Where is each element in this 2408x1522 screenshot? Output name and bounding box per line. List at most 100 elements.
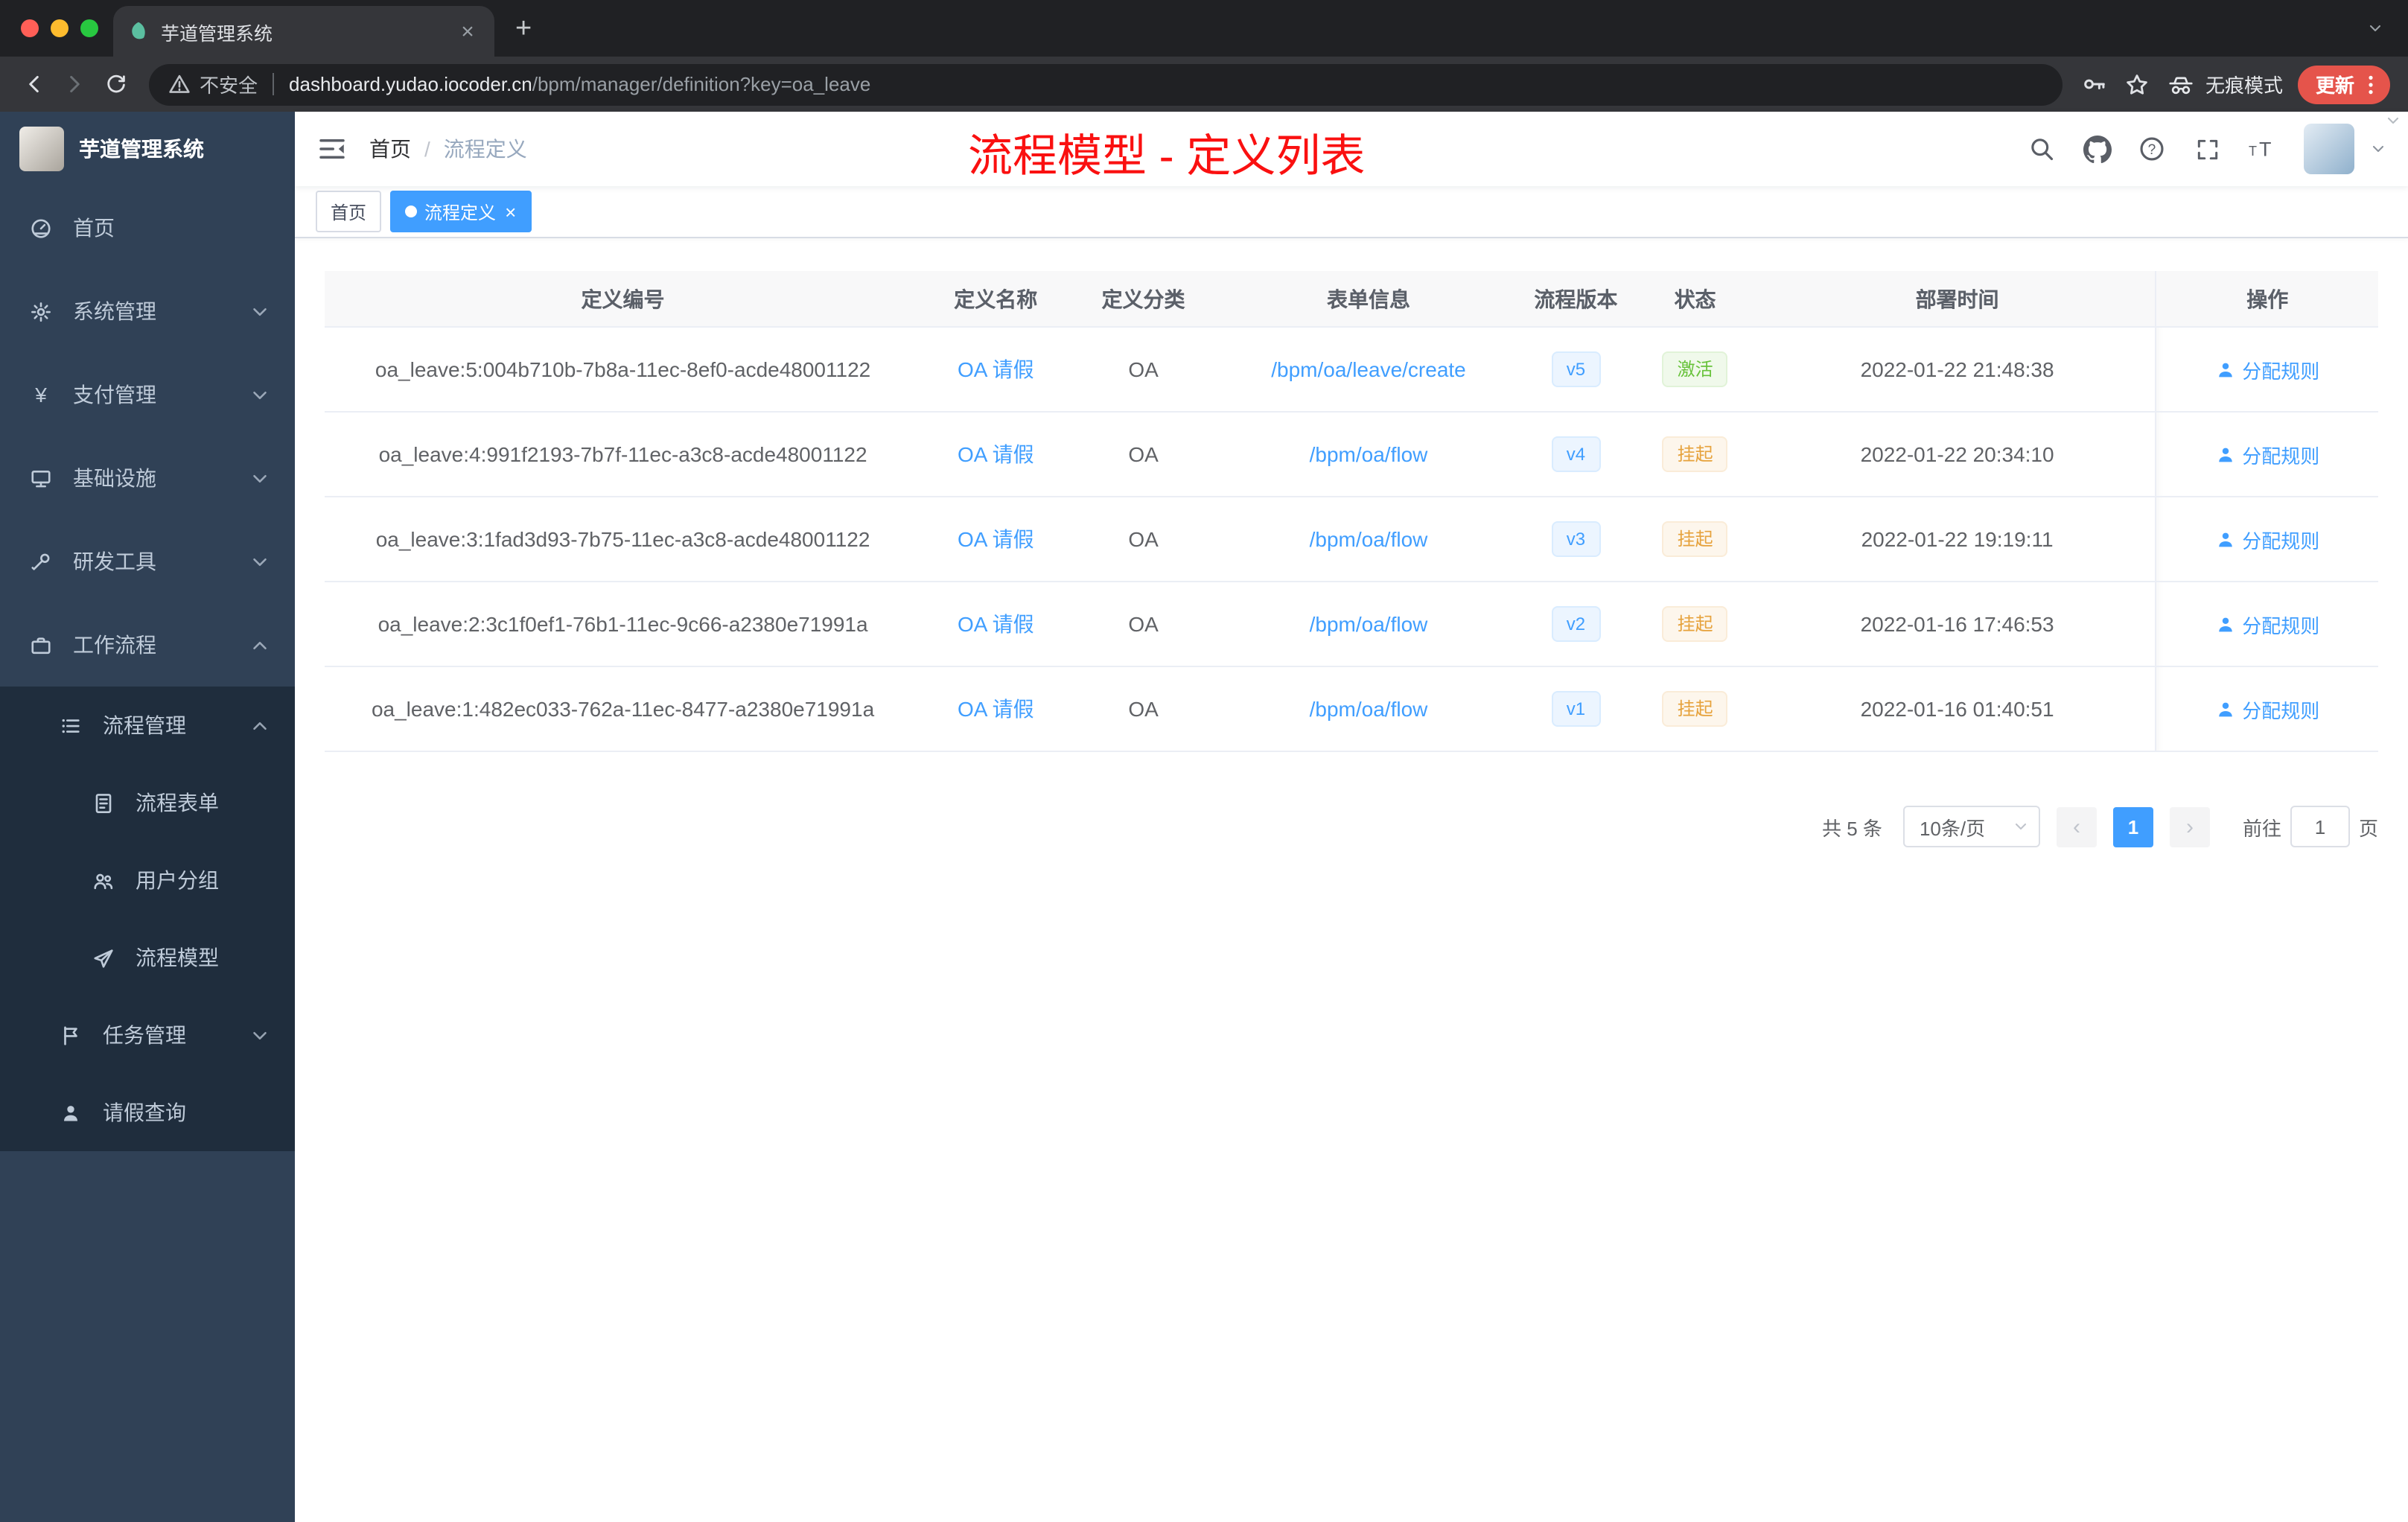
omnibox-divider — [273, 73, 275, 95]
sidebar-item-label: 请假查询 — [103, 1101, 186, 1124]
avatar-caret-down-icon[interactable] — [2369, 140, 2387, 158]
sidebar-item-user-group[interactable]: 用户分组 — [0, 841, 295, 919]
table-row: oa_leave:2:3c1f0ef1-76b1-11ec-9c66-a2380… — [325, 582, 2378, 667]
security-label: 不安全 — [200, 74, 258, 97]
form-link[interactable]: /bpm/oa/flow — [1310, 442, 1428, 466]
form-link[interactable]: /bpm/oa/flow — [1310, 612, 1428, 636]
version-tag: v1 — [1551, 691, 1601, 727]
font-size-icon: TT — [2249, 138, 2272, 161]
page-number-button[interactable]: 1 — [2112, 806, 2153, 847]
status-tag: 激活 — [1662, 351, 1728, 387]
help-button[interactable]: ? — [2130, 127, 2174, 171]
svg-text:?: ? — [2148, 142, 2156, 158]
sidebar-collapse-button[interactable] — [295, 134, 369, 164]
sidebar-item-infrastructure[interactable]: 基础设施 — [0, 436, 295, 520]
reload-icon — [107, 74, 125, 92]
svg-text:T: T — [2259, 138, 2272, 161]
back-button[interactable] — [12, 63, 54, 105]
window-minimize-button[interactable] — [51, 19, 69, 37]
sidebar-item-label: 工作流程 — [73, 633, 156, 657]
cell-category: OA — [1070, 327, 1217, 413]
assign-rule-link[interactable]: 分配规则 — [2215, 440, 2319, 468]
form-link[interactable]: /bpm/oa/leave/create — [1271, 357, 1466, 381]
browser-toolbar: 不安全 dashboard.yudao.iocoder.cn/bpm/manag… — [0, 57, 2408, 112]
sidebar-item-process-form[interactable]: 流程表单 — [0, 764, 295, 841]
assign-rule-link[interactable]: 分配规则 — [2215, 355, 2319, 383]
browser-tab[interactable]: 芋道管理系统 × — [113, 6, 494, 57]
table-row: oa_leave:1:482ec033-762a-11ec-8477-a2380… — [325, 666, 2378, 752]
cell-operations: 分配规则 — [2155, 327, 2378, 413]
goto-unit: 页 — [2358, 817, 2378, 839]
sidebar-item-leave-query[interactable]: 请假查询 — [0, 1074, 295, 1151]
forward-button[interactable] — [54, 63, 95, 105]
page-size-select[interactable]: 10条/页 — [1902, 806, 2040, 847]
cell-category: OA — [1070, 582, 1217, 667]
cell-deploy-time: 2022-01-22 19:19:11 — [1759, 497, 2156, 582]
forward-arrow-icon — [69, 75, 79, 93]
incognito-badge: 无痕模式 — [2167, 70, 2283, 98]
fullscreen-button[interactable] — [2185, 127, 2229, 171]
sidebar-item-payment[interactable]: ¥ 支付管理 — [0, 353, 295, 436]
status-tag: 挂起 — [1662, 606, 1728, 642]
form-link[interactable]: /bpm/oa/flow — [1310, 527, 1428, 551]
prev-page-button[interactable]: ‹ — [2056, 806, 2097, 847]
browser-update-button[interactable]: 更新 — [2297, 65, 2390, 104]
address-bar[interactable]: 不安全 dashboard.yudao.iocoder.cn/bpm/manag… — [149, 63, 2063, 105]
tag-process-definition[interactable]: 流程定义 × — [390, 191, 532, 232]
navbar-actions: ? TT — [2019, 124, 2408, 174]
github-link-button[interactable] — [2074, 127, 2119, 171]
sidebar-logo[interactable]: 芋道管理系统 — [0, 112, 295, 186]
definition-name-link[interactable]: OA 请假 — [958, 442, 1034, 466]
sidebar-item-label: 用户分组 — [136, 868, 219, 892]
window-controls — [21, 19, 98, 37]
sidebar-item-label: 研发工具 — [73, 550, 156, 573]
bookmark-button[interactable] — [2116, 63, 2158, 105]
sidebar-item-task-management[interactable]: 任务管理 — [0, 996, 295, 1074]
page-goto-input[interactable] — [2290, 806, 2350, 847]
definition-name-link[interactable]: OA 请假 — [958, 612, 1034, 636]
assign-rule-link[interactable]: 分配规则 — [2215, 525, 2319, 553]
sidebar-item-devtools[interactable]: 研发工具 — [0, 520, 295, 603]
assign-rule-link[interactable]: 分配规则 — [2215, 610, 2319, 638]
panel-chevron-icon[interactable] — [2384, 110, 2402, 137]
app-root: 芋道管理系统 首页 系统管理 ¥ 支付管理 基础设施 研发工具 工作流程 流程管… — [0, 112, 2408, 1522]
cell-version: v4 — [1520, 412, 1631, 497]
header-search-button[interactable] — [2019, 127, 2064, 171]
new-tab-button[interactable]: + — [515, 13, 532, 46]
cell-operations: 分配规则 — [2155, 582, 2378, 667]
cell-definition-name: OA 请假 — [921, 327, 1071, 413]
next-page-button[interactable]: › — [2169, 806, 2210, 847]
tab-close-icon[interactable]: × — [456, 19, 480, 44]
tag-home[interactable]: 首页 — [316, 191, 382, 232]
user-avatar[interactable] — [2304, 124, 2354, 174]
window-close-button[interactable] — [21, 19, 39, 37]
definition-name-link[interactable]: OA 请假 — [958, 697, 1034, 721]
sidebar-item-label: 流程表单 — [136, 791, 219, 815]
definition-name-link[interactable]: OA 请假 — [958, 357, 1034, 381]
breadcrumb-home[interactable]: 首页 — [369, 134, 411, 164]
status-tag: 挂起 — [1662, 436, 1728, 472]
table-row: oa_leave:4:991f2193-7b7f-11ec-a3c8-acde4… — [325, 412, 2378, 497]
sidebar-item-home[interactable]: 首页 — [0, 186, 295, 270]
star-icon — [2127, 74, 2147, 94]
window-zoom-button[interactable] — [80, 19, 98, 37]
tab-favicon-icon — [132, 22, 145, 39]
sidebar-item-system[interactable]: 系统管理 — [0, 270, 295, 353]
assign-rule-link[interactable]: 分配规则 — [2215, 695, 2319, 723]
sidebar-item-process-management[interactable]: 流程管理 — [0, 687, 295, 764]
password-manager-button[interactable] — [2074, 63, 2116, 105]
sidebar-item-workflow[interactable]: 工作流程 — [0, 603, 295, 687]
sidebar-item-process-model[interactable]: 流程模型 — [0, 919, 295, 996]
definition-name-link[interactable]: OA 请假 — [958, 527, 1034, 551]
font-size-button[interactable]: TT — [2240, 127, 2284, 171]
tag-close-icon[interactable]: × — [505, 200, 516, 223]
definition-table: 定义编号 定义名称 定义分类 表单信息 流程版本 状态 部署时间 操作 oa_l — [325, 271, 2378, 752]
tab-search-chevron-icon[interactable] — [2366, 18, 2384, 45]
key-icon — [2085, 79, 2106, 90]
person-icon — [2218, 362, 2232, 377]
reload-button[interactable] — [95, 63, 137, 105]
cell-definition-id: oa_leave:3:1fad3d93-7b75-11ec-a3c8-acde4… — [325, 497, 922, 582]
form-link[interactable]: /bpm/oa/flow — [1310, 697, 1428, 721]
person-icon — [2218, 532, 2232, 547]
users-icon — [94, 873, 113, 889]
